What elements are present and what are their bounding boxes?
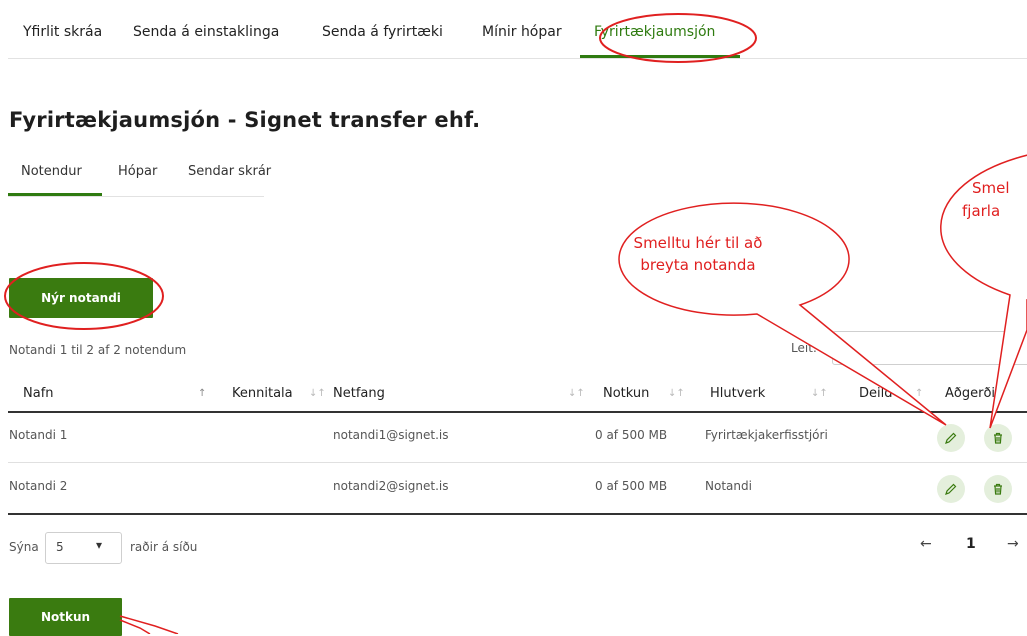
annotation-overlay: Smelltu hér til að breyta notanda Smel f… — [4, 13, 1027, 634]
edit-callout-line1: Smelltu hér til að — [634, 234, 763, 252]
delete-callout-line2: fjarla — [962, 202, 1000, 220]
highlight-ellipse — [599, 13, 757, 63]
edit-callout-line2: breyta notanda — [640, 256, 755, 274]
delete-callout-line1: Smel — [972, 179, 1010, 197]
highlight-ellipse — [4, 262, 164, 330]
usage-callout-pointer — [119, 615, 179, 634]
